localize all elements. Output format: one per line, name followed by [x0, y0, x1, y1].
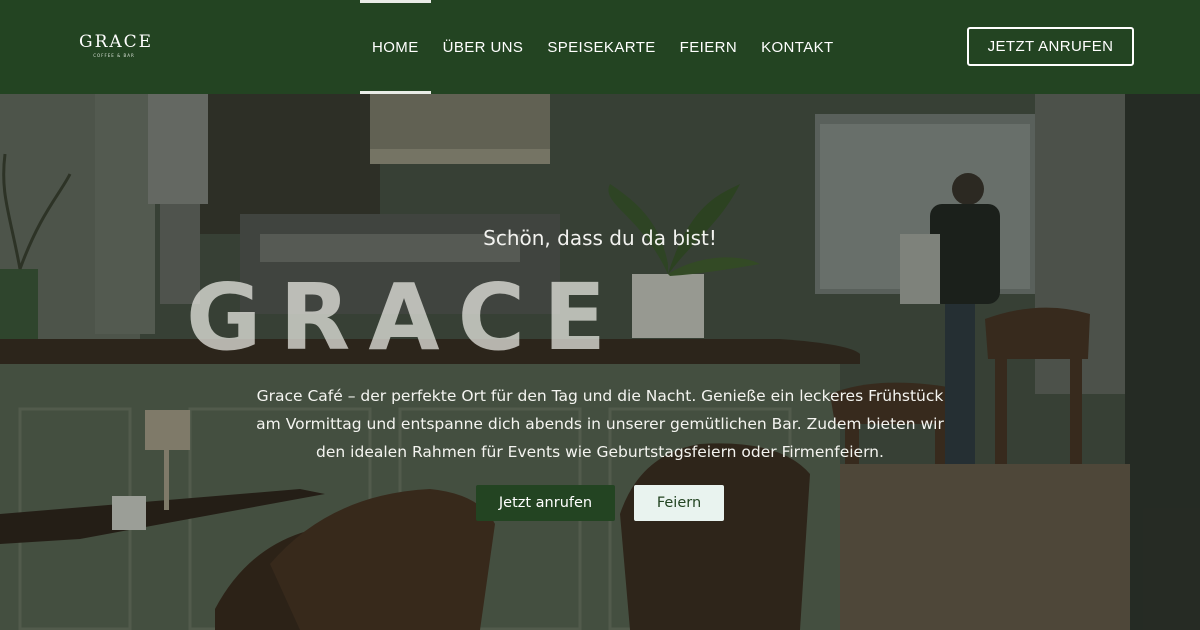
main-nav: HOME ÜBER UNS SPEISEKARTE FEIERN KONTAKT: [360, 0, 846, 94]
call-now-hero-button[interactable]: Jetzt anrufen: [476, 485, 615, 521]
feiern-button[interactable]: Feiern: [634, 485, 724, 521]
hero-title: GRACE: [186, 264, 624, 371]
site-header: GRACE COFFEE & BAR HOME ÜBER UNS SPEISEK…: [0, 0, 1200, 94]
logo[interactable]: GRACE COFFEE & BAR: [79, 32, 154, 58]
hero-section: Schön, dass du da bist! GRACE Grace Café…: [0, 94, 1200, 630]
nav-item-ueber-uns[interactable]: ÜBER UNS: [431, 0, 536, 94]
nav-item-speisekarte[interactable]: SPEISEKARTE: [535, 0, 667, 94]
hero-description: Grace Café – der perfekte Ort für den Ta…: [256, 387, 944, 461]
call-now-button[interactable]: JETZT ANRUFEN: [967, 27, 1134, 66]
logo-name: GRACE: [79, 32, 154, 52]
hero-tagline: Schön, dass du da bist!: [483, 226, 717, 250]
logo-subtitle: COFFEE & BAR: [93, 53, 135, 58]
nav-item-kontakt[interactable]: KONTAKT: [749, 0, 846, 94]
nav-item-home[interactable]: HOME: [360, 0, 431, 94]
nav-item-feiern[interactable]: FEIERN: [668, 0, 749, 94]
